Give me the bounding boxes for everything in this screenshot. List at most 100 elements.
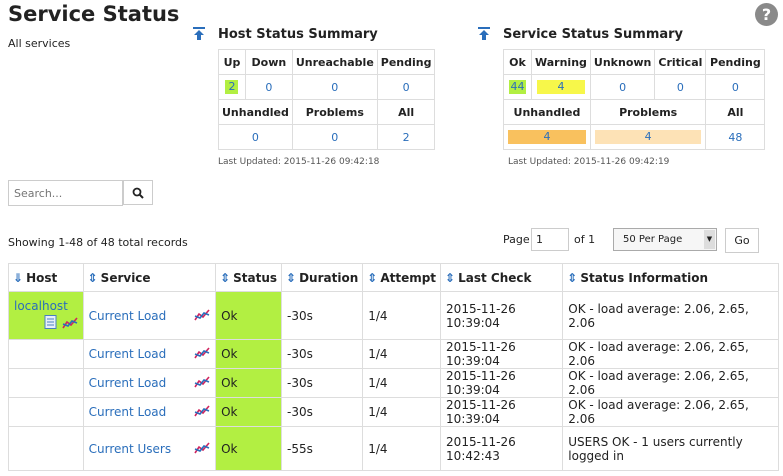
svc-header-pending: Pending [705,49,766,75]
page-input[interactable]: 1 [531,228,569,251]
service-link[interactable]: Current Load [89,376,167,390]
last-check-cell: 2015-11-26 10:42:43 [440,426,564,471]
duration-cell: -30s [281,339,364,369]
svc-header-unhandled: Unhandled [503,99,591,125]
table-row: Current Load Ok -30s 1/4 2015-11-26 10:3… [8,339,779,369]
svc-warning-count[interactable]: 4 [536,80,585,94]
svc-header-problems: Problems [589,99,707,125]
service-cell: Current Load [82,397,217,427]
host-header-all: All [376,99,436,125]
collapse-up-icon[interactable] [193,27,205,40]
svc-pending-count[interactable]: 0 [705,74,766,100]
service-link[interactable]: Current Load [89,405,167,419]
graph-icon[interactable] [194,376,210,388]
host-up-cell[interactable]: 2 [218,74,246,100]
host-unreachable-count[interactable]: 0 [291,74,378,100]
duration-cell: -30s [281,291,364,340]
service-link[interactable]: Current Users [89,442,172,456]
status-cell: Ok [215,368,283,398]
host-problems-count[interactable]: 0 [291,124,378,150]
graph-icon[interactable] [194,441,210,454]
duration-cell: -30s [281,368,364,398]
service-link[interactable]: Current Load [89,309,167,323]
graph-icon[interactable] [194,405,210,417]
notes-icon[interactable] [44,315,58,329]
table-row: Current Load Ok -30s 1/4 2015-11-26 10:3… [8,368,779,398]
column-header-status[interactable]: ⇕ Status [215,263,283,292]
graph-icon[interactable] [61,317,78,329]
table-row: Current Users Ok -55s 1/4 2015-11-26 10:… [8,426,779,471]
last-check-cell: 2015-11-26 10:39:04 [440,291,564,340]
search-input[interactable] [8,180,123,206]
host-all-count[interactable]: 2 [376,124,436,150]
column-header-last-check[interactable]: ⇕ Last Check [440,263,564,292]
status-info-cell: USERS OK - 1 users currently logged in [562,426,779,471]
service-cell: Current Load [82,339,217,369]
search-button[interactable] [123,180,153,205]
host-down-count[interactable]: 0 [244,74,293,100]
svc-unknown-count[interactable]: 0 [589,74,656,100]
table-row: Current Load Ok -30s 1/4 2015-11-26 10:3… [8,397,779,427]
status-cell: Ok [215,339,283,369]
page-subtitle: All services [8,37,71,50]
chevron-down-icon: ▼ [704,230,715,249]
service-cell: Current Users [82,426,217,471]
column-header-attempt[interactable]: ⇕ Attempt [362,263,442,292]
go-button[interactable]: Go [725,228,759,253]
sort-arrow-icon[interactable]: ⇕ [286,271,296,285]
host-cell [8,339,84,369]
column-label: Last Check [458,270,532,285]
column-header-service[interactable]: ⇕ Service [82,263,217,292]
sort-arrow-icon[interactable]: ⇕ [88,271,98,285]
host-header-problems: Problems [291,99,378,125]
sort-arrow-icon[interactable]: ⇕ [567,271,577,285]
service-table: ⇓ Host ⇕ Service ⇕ Status ⇕ Duration ⇕ Attemp… [8,263,779,471]
page-of-label: of 1 [574,233,596,246]
svc-header-warning: Warning [531,49,591,75]
column-label: Attempt [380,270,437,285]
attempt-cell: 1/4 [362,368,442,398]
host-unhandled-count[interactable]: 0 [218,124,293,150]
duration-cell: -30s [281,397,364,427]
svc-ok-count[interactable]: 44 [509,80,526,94]
host-cell [8,397,84,427]
status-cell: Ok [215,397,283,427]
service-summary-title: Service Status Summary [503,27,684,42]
column-label: Status [233,270,278,285]
collapse-up-icon[interactable] [478,27,490,40]
graph-icon[interactable] [194,308,210,321]
service-last-updated: Last Updated: 2015-11-26 09:42:19 [508,157,670,167]
svc-warning-cell[interactable]: 4 [531,74,591,100]
host-pending-count[interactable]: 0 [376,74,436,100]
host-header-pending: Pending [376,49,436,75]
svc-ok-cell[interactable]: 44 [503,74,532,100]
column-header-host[interactable]: ⇓ Host [8,263,84,292]
svc-problems-cell[interactable]: 4 [589,124,707,150]
page-label: Page [503,233,530,246]
sort-arrow-icon[interactable]: ⇕ [445,271,455,285]
svc-header-ok: Ok [503,49,532,75]
duration-cell: -55s [281,426,364,471]
status-cell: Ok [215,291,283,340]
sort-arrow-icon[interactable]: ⇓ [13,271,23,285]
host-link[interactable]: localhost [14,299,78,313]
help-icon[interactable]: ? [755,3,778,26]
host-up-count[interactable]: 2 [225,80,239,94]
column-header-duration[interactable]: ⇕ Duration [281,263,364,292]
svc-unhandled-cell[interactable]: 4 [503,124,591,150]
column-label: Service [100,270,151,285]
service-link[interactable]: Current Load [89,347,167,361]
status-cell: Ok [215,426,283,471]
svc-critical-count[interactable]: 0 [654,74,707,100]
records-count: Showing 1-48 of 48 total records [8,236,188,249]
status-info-cell: OK - load average: 2.06, 2.65, 2.06 [562,368,779,398]
svc-problems-count[interactable]: 4 [595,130,702,144]
per-page-select[interactable]: 50 Per Page ▼ [613,228,717,251]
column-header-status-info[interactable]: ⇕ Status Information [562,263,779,292]
sort-arrow-icon[interactable]: ⇕ [367,271,377,285]
svc-unhandled-count[interactable]: 4 [507,130,586,144]
sort-arrow-icon[interactable]: ⇕ [220,271,230,285]
column-label: Status Information [580,270,709,285]
graph-icon[interactable] [194,347,210,359]
svc-all-count[interactable]: 48 [705,124,766,150]
